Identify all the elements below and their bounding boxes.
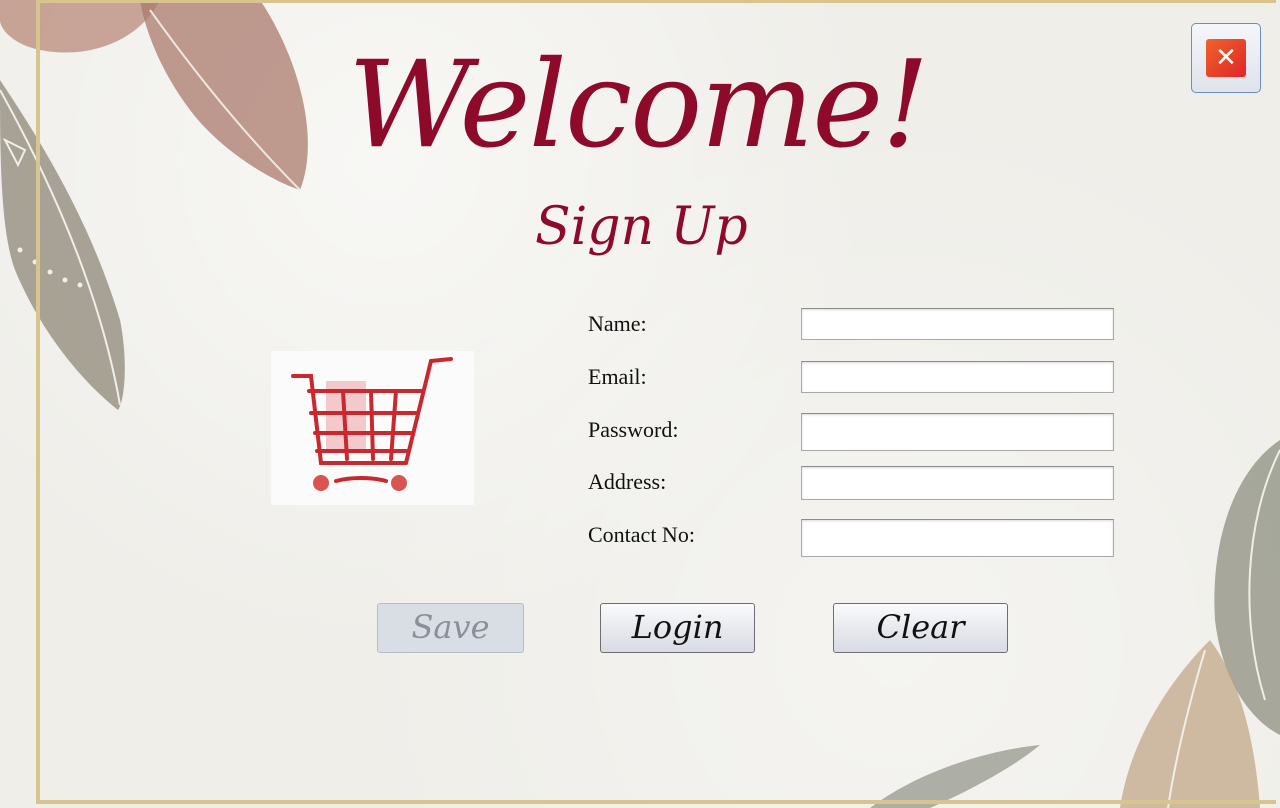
contact-input[interactable]	[801, 519, 1114, 557]
name-input[interactable]	[801, 308, 1114, 340]
clear-button[interactable]: Clear	[833, 603, 1008, 653]
address-input[interactable]	[801, 466, 1114, 500]
shopping-cart-icon	[291, 357, 453, 491]
email-input[interactable]	[801, 361, 1114, 393]
close-button[interactable]: ✕	[1191, 23, 1261, 93]
name-label: Name:	[588, 311, 647, 336]
email-label: Email:	[588, 364, 647, 389]
welcome-title: Welcome!	[348, 36, 929, 175]
password-input[interactable]	[801, 413, 1114, 451]
login-button[interactable]: Login	[600, 603, 755, 653]
save-button[interactable]: Save	[377, 603, 524, 653]
close-icon: ✕	[1206, 39, 1246, 77]
password-label: Password:	[588, 417, 679, 442]
contact-label: Contact No:	[588, 522, 695, 547]
sign-up-heading: Sign Up	[535, 197, 748, 257]
shopping-cart-logo	[271, 351, 474, 505]
address-label: Address:	[588, 469, 667, 494]
